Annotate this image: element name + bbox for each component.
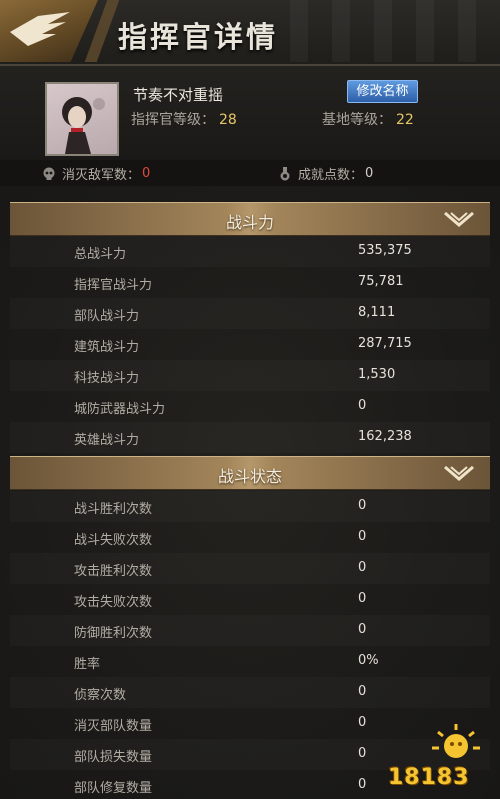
table-row: 城防武器战斗力 0 — [10, 391, 490, 422]
row-label: 城防武器战斗力 — [74, 402, 166, 417]
row-value: 8,111 — [358, 305, 396, 320]
row-value: 162,238 — [358, 429, 412, 444]
sun-mascot-icon — [432, 724, 480, 758]
row-value: 0 — [358, 591, 367, 606]
row-label: 消灭部队数量 — [74, 719, 153, 734]
row-label: 战斗胜利次数 — [74, 502, 153, 517]
site-watermark: 18183 — [388, 720, 492, 796]
table-row: 胜率 0% — [10, 646, 490, 677]
base-level-value: 22 — [396, 112, 414, 128]
row-value: 0 — [358, 746, 367, 761]
commander-profile: 节奏不对重摇 修改名称 指挥官等级： 28 基地等级： 22 — [0, 66, 500, 160]
row-label: 部队战斗力 — [74, 309, 140, 324]
achievement-label: 成就点数： — [298, 168, 364, 183]
row-label: 科技战斗力 — [74, 371, 140, 386]
power-rows: 总战斗力 535,375 指挥官战斗力 75,781 部队战斗力 8,111 建筑战斗… — [0, 236, 500, 456]
row-value: 0 — [358, 622, 367, 637]
row-value: 1,530 — [358, 367, 396, 382]
summary-stats: 消灭敌军数： 0 成就点数： 0 — [0, 160, 500, 186]
row-label: 指挥官战斗力 — [74, 278, 153, 293]
row-label: 部队修复数量 — [74, 781, 153, 796]
table-row: 部队战斗力 8,111 — [10, 298, 490, 329]
rename-button[interactable]: 修改名称 — [347, 80, 418, 103]
commander-level-value: 28 — [219, 112, 237, 128]
section-title: 战斗力 — [225, 213, 274, 232]
kills-stat: 消灭敌军数： 0 — [42, 164, 150, 183]
base-level-label: 基地等级： — [322, 112, 392, 128]
table-row: 建筑战斗力 287,715 — [10, 329, 490, 360]
table-row: 总战斗力 535,375 — [10, 236, 490, 267]
row-label: 战斗失败次数 — [74, 533, 153, 548]
watermark-text: 18183 — [388, 765, 470, 790]
row-value: 0 — [358, 398, 367, 413]
row-label: 建筑战斗力 — [74, 340, 140, 355]
row-value: 0 — [358, 684, 367, 699]
commander-level: 指挥官等级： 28 — [131, 109, 237, 129]
row-value: 75,781 — [358, 274, 404, 289]
section-header-combat[interactable]: 战斗状态 — [10, 456, 490, 490]
row-label: 英雄战斗力 — [74, 433, 140, 448]
row-value: 287,715 — [358, 336, 412, 351]
table-row: 英雄战斗力 162,238 — [10, 422, 490, 453]
row-label: 总战斗力 — [74, 247, 127, 262]
achievement-value: 0 — [365, 166, 374, 181]
table-row: 攻击失败次数 0 — [10, 584, 490, 615]
chevron-down-icon[interactable] — [442, 209, 476, 231]
commander-level-label: 指挥官等级： — [131, 112, 215, 128]
kills-value: 0 — [142, 166, 151, 181]
row-value: 535,375 — [358, 243, 412, 258]
kills-label: 消灭敌军数： — [62, 168, 141, 183]
header-decoration — [290, 0, 500, 62]
achievement-stat: 成就点数： 0 — [278, 164, 373, 183]
row-value: 0 — [358, 777, 367, 792]
table-row: 战斗失败次数 0 — [10, 522, 490, 553]
section-title: 战斗状态 — [217, 467, 282, 486]
medal-icon — [280, 166, 290, 180]
chevron-down-icon[interactable] — [442, 463, 476, 485]
row-label: 攻击失败次数 — [74, 595, 153, 610]
row-value: 0 — [358, 715, 367, 730]
eagle-wing-icon — [10, 12, 70, 46]
table-row: 战斗胜利次数 0 — [10, 491, 490, 522]
row-value: 0% — [358, 653, 379, 668]
top-bar: 指挥官详情 — [0, 0, 500, 66]
row-label: 部队损失数量 — [74, 750, 153, 765]
skull-icon — [43, 167, 55, 180]
detail-panel[interactable]: 战斗力 总战斗力 535,375 指挥官战斗力 75,781 部队战斗力 8,111 … — [0, 186, 500, 799]
row-label: 攻击胜利次数 — [74, 564, 153, 579]
table-row: 侦察次数 0 — [10, 677, 490, 708]
table-row: 科技战斗力 1,530 — [10, 360, 490, 391]
table-row: 攻击胜利次数 0 — [10, 553, 490, 584]
base-level: 基地等级： 22 — [322, 109, 414, 129]
back-button[interactable] — [0, 0, 98, 62]
section-header-power[interactable]: 战斗力 — [10, 202, 490, 236]
table-row: 指挥官战斗力 75,781 — [10, 267, 490, 298]
row-value: 0 — [358, 498, 367, 513]
player-name: 节奏不对重摇 — [133, 86, 224, 104]
row-value: 0 — [358, 529, 367, 544]
row-value: 0 — [358, 560, 367, 575]
row-label: 侦察次数 — [74, 688, 127, 703]
row-label: 防御胜利次数 — [74, 626, 153, 641]
avatar-portrait-icon — [62, 97, 105, 154]
page-title: 指挥官详情 — [118, 20, 279, 54]
avatar[interactable] — [45, 82, 119, 156]
row-label: 胜率 — [74, 657, 101, 672]
table-row: 防御胜利次数 0 — [10, 615, 490, 646]
